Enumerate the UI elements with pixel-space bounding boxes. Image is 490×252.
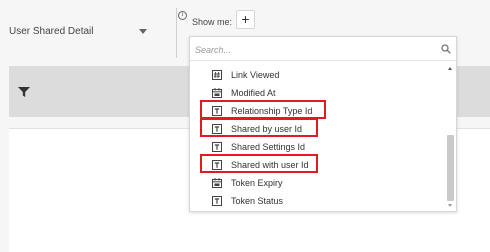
list-item[interactable]: Link Viewed	[212, 68, 412, 82]
date-icon	[212, 88, 222, 98]
search-icon	[441, 44, 451, 54]
chevron-down-icon[interactable]	[139, 29, 147, 34]
report-selector[interactable]: User Shared Detail	[9, 26, 93, 37]
list-item-label: Token Status	[231, 196, 284, 206]
list-item[interactable]: Token Expiry	[212, 176, 412, 190]
add-field-button[interactable]: +	[236, 10, 255, 29]
highlight-box	[200, 118, 318, 137]
scroll-down-icon[interactable]	[448, 204, 452, 207]
show-me-label: Show me:	[192, 17, 233, 27]
filter-icon[interactable]	[18, 87, 30, 97]
list-item[interactable]: Shared Settings Id	[212, 140, 412, 154]
scroll-up-icon[interactable]	[448, 67, 452, 70]
list-item[interactable]: Modified At	[212, 86, 412, 100]
field-picker-dropdown: Link Viewed Modified At Relationship Typ…	[189, 36, 457, 212]
field-list: Link Viewed Modified At Relationship Typ…	[190, 63, 448, 211]
highlight-box	[200, 100, 326, 119]
divider	[176, 8, 177, 58]
info-icon[interactable]: i	[178, 11, 187, 20]
number-icon	[212, 70, 222, 80]
list-item-label: Shared Settings Id	[231, 142, 306, 152]
scroll-thumb[interactable]	[447, 135, 454, 201]
list-item-label: Link Viewed	[231, 70, 280, 80]
list-item[interactable]: Token Status	[212, 194, 412, 208]
text-icon	[212, 196, 222, 206]
text-icon	[212, 142, 222, 152]
search-box	[190, 37, 456, 61]
date-icon	[212, 178, 222, 188]
list-item-label: Modified At	[231, 88, 276, 98]
list-item-label: Token Expiry	[231, 178, 283, 188]
highlight-box	[200, 154, 318, 173]
search-input[interactable]	[193, 41, 433, 59]
scrollbar[interactable]	[446, 63, 455, 211]
